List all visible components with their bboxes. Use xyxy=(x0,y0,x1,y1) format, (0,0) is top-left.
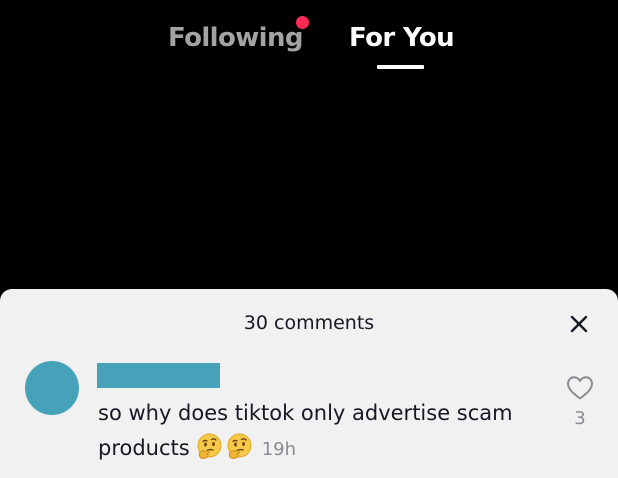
active-tab-indicator xyxy=(377,65,424,69)
comments-count-title: 30 comments xyxy=(243,312,375,334)
thinking-face-emoji xyxy=(197,433,222,460)
comment-item: so why does tiktok only advertise scam p… xyxy=(0,359,618,478)
notification-dot xyxy=(296,16,309,29)
thinking-face-emoji xyxy=(227,433,252,460)
close-comments-button[interactable] xyxy=(565,310,593,338)
tab-for-you[interactable]: For You xyxy=(349,21,455,55)
like-button[interactable] xyxy=(566,375,594,401)
like-count: 3 xyxy=(574,408,586,429)
heart-outline-icon xyxy=(567,376,593,400)
video-feed-screen: Following For You 30 comments so why doe… xyxy=(0,0,618,478)
tab-following[interactable]: Following xyxy=(168,21,304,55)
comment-body: so why does tiktok only advertise scam p… xyxy=(98,396,538,473)
close-icon xyxy=(570,315,588,333)
redacted-username[interactable] xyxy=(97,363,220,388)
comment-timestamp: 19h xyxy=(261,439,297,460)
comments-sheet: 30 comments so why does tiktok only adve… xyxy=(0,289,618,478)
avatar[interactable] xyxy=(25,361,79,415)
comment-emojis xyxy=(196,433,256,473)
comment-text: so why does tiktok only advertise scam p… xyxy=(98,401,513,460)
